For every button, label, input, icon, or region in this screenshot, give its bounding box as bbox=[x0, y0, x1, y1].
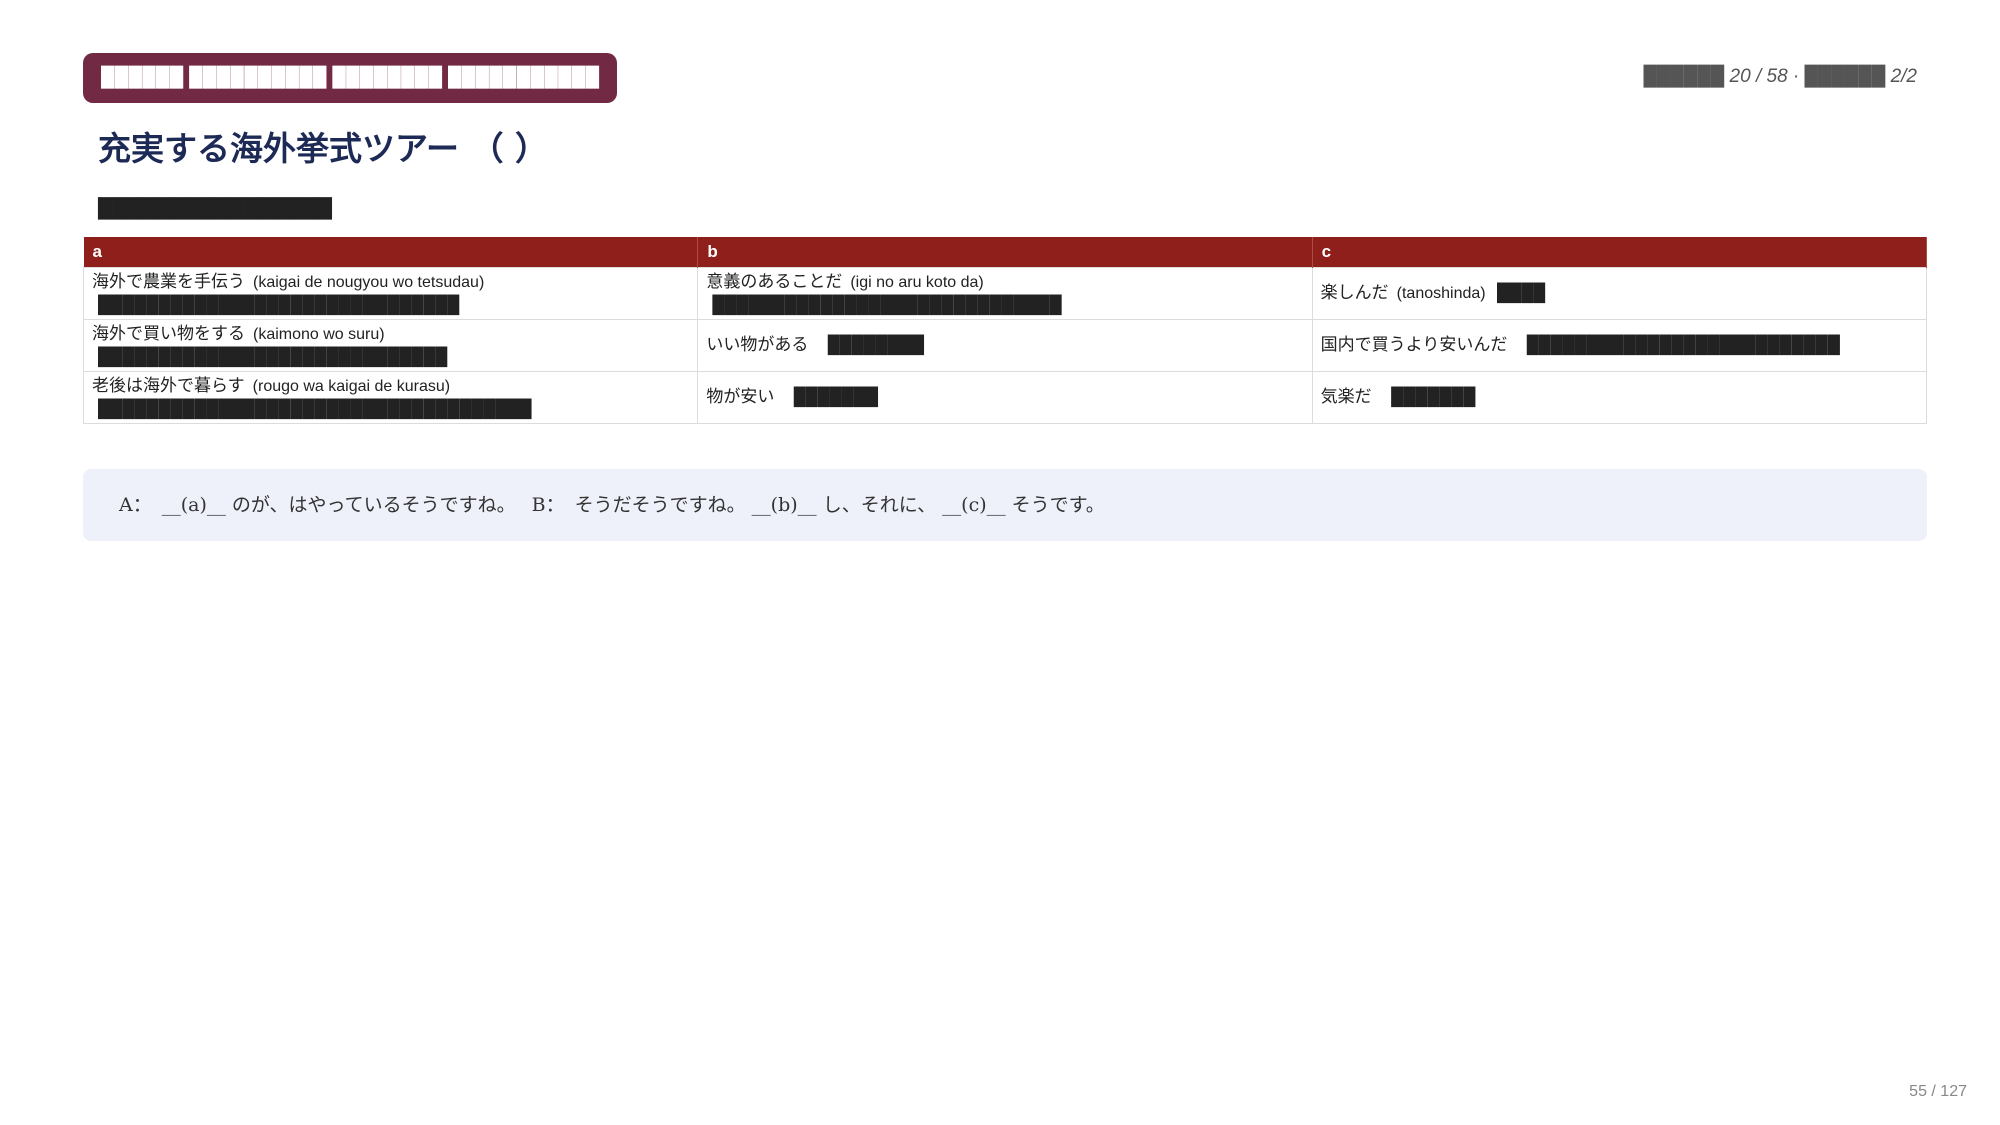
cell-japanese: 海外で買い物をする bbox=[92, 324, 245, 344]
cell-gloss: █████████████████████████████ bbox=[712, 295, 1062, 314]
cell-japanese: 意義のあることだ bbox=[706, 272, 843, 292]
table-cell: 国内で買うより安いんだ ██████████████████████████ bbox=[1311, 319, 1928, 372]
cell-japanese: 気楽だ bbox=[1320, 387, 1372, 407]
cell-japanese: 国内で買うより安いんだ bbox=[1320, 335, 1508, 355]
cell-gloss: ████ bbox=[1497, 283, 1546, 302]
cell-japanese: 楽しんだ bbox=[1320, 283, 1389, 303]
cell-japanese: いい物がある bbox=[706, 335, 809, 355]
cell-romaji: (kaigai de nougyou wo tetsudau) bbox=[253, 274, 485, 291]
speaker-a-label: A： bbox=[119, 494, 152, 516]
table-cell: 海外で農業を手伝う (kaigai de nougyou wo tetsudau)… bbox=[82, 267, 699, 320]
cell-japanese: 海外で農業を手伝う bbox=[92, 272, 245, 292]
cell-japanese: 物が安い bbox=[706, 387, 775, 407]
lesson-badge: ██████ ██████████ ████████ ███████████ bbox=[83, 53, 618, 103]
table-cell: 楽しんだ (tanoshinda) ████ bbox=[1311, 267, 1928, 320]
table-row: 海外で買い物をする (kaimono wo suru) █████████████… bbox=[82, 319, 1928, 372]
table-cell: 物が安い ███████ bbox=[697, 371, 1313, 424]
table-cell: 老後は海外で暮らす (rougo wa kaigai de kurasu) ███… bbox=[82, 371, 699, 424]
cell-romaji: (kaimono wo suru) bbox=[253, 326, 385, 343]
cell-gloss: ████████ bbox=[827, 335, 925, 354]
table-row: 海外で農業を手伝う (kaigai de nougyou wo tetsudau)… bbox=[82, 267, 1928, 320]
cell-japanese: 老後は海外で暮らす bbox=[92, 376, 245, 396]
cell-gloss: ███████ bbox=[1391, 387, 1476, 406]
dialogue-box: A： __(a)__ のが、はやっているそうですね。 B： そうだそうですね。 __… bbox=[83, 469, 1927, 541]
table-cell: 気楽だ ███████ bbox=[1311, 371, 1928, 424]
page-title: 充実する海外挙式ツアー （ ） bbox=[98, 129, 548, 168]
speaker-b-label: B： bbox=[531, 494, 565, 516]
cell-gloss: ██████████████████████████ bbox=[1526, 335, 1840, 354]
table-cell: 意義のあることだ (igi no aru koto da) ███████████… bbox=[697, 267, 1313, 320]
table-cell: いい物がある ████████ bbox=[697, 319, 1313, 372]
cell-gloss: ████████████████████████████████████ bbox=[98, 399, 532, 418]
cell-romaji: (igi no aru koto da) bbox=[850, 274, 984, 291]
speaker-a-line: __(a)__ のが、はやっているそうですね。 bbox=[161, 494, 516, 516]
speaker-b-line: そうだそうですね。 __(b)__ し、それに、 __(c)__ そうです。 bbox=[574, 494, 1105, 516]
cell-gloss: █████████████████████████████ bbox=[98, 347, 448, 366]
table-row: 老後は海外で暮らす (rougo wa kaigai de kurasu) ███… bbox=[82, 371, 1928, 424]
cell-romaji: (rougo wa kaigai de kurasu) bbox=[252, 378, 451, 395]
cell-romaji: (tanoshinda) bbox=[1396, 285, 1486, 302]
cell-gloss: ██████████████████████████████ bbox=[98, 295, 460, 314]
column-header-a: a bbox=[83, 237, 699, 268]
column-header-c: c bbox=[1312, 237, 1928, 268]
column-header-b: b bbox=[697, 237, 1313, 268]
table-cell: 海外で買い物をする (kaimono wo suru) █████████████… bbox=[82, 319, 699, 372]
table-header-row: a b c bbox=[83, 237, 1928, 268]
vocabulary-table: a b c 海外で農業を手伝う (kaigai de nougyou wo tet… bbox=[82, 237, 1928, 424]
section-subtitle: ████████████████ bbox=[98, 198, 332, 220]
page-number: 55 / 127 bbox=[1909, 1083, 1967, 1100]
slide-page: ██████ ██████████ ████████ ███████████ █… bbox=[0, 0, 2000, 1125]
cell-gloss: ███████ bbox=[793, 387, 879, 406]
slide-counter: ██████ 20 / 58 · ██████ 2/2 bbox=[1643, 66, 1918, 87]
